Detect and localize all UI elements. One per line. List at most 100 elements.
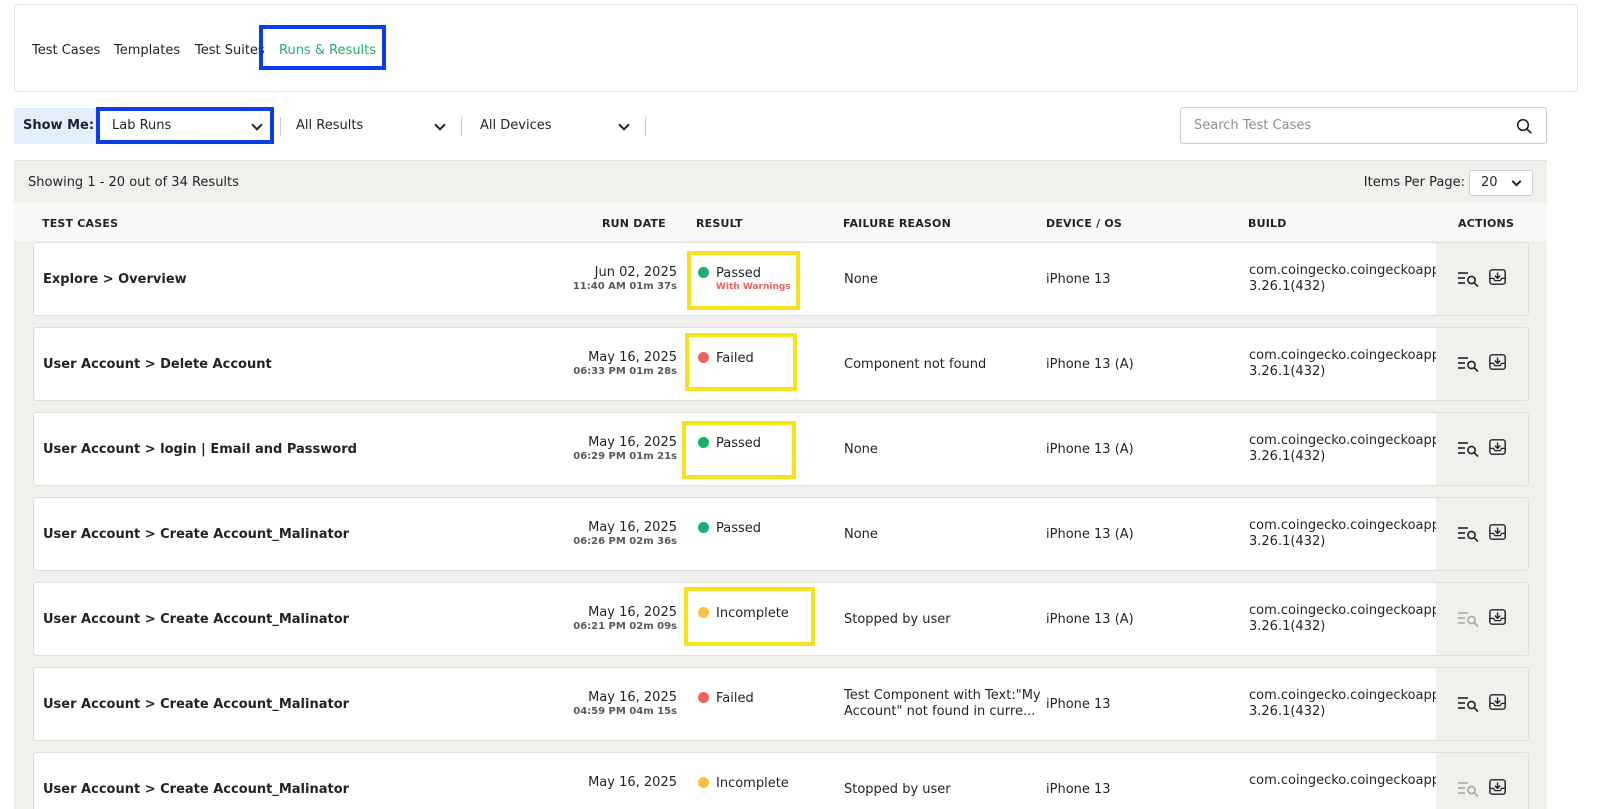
test-case-name[interactable]: User Account > Create Account_Malinator — [43, 782, 349, 797]
result-label: Incomplete — [716, 776, 789, 791]
results-filter-value: All Results — [296, 118, 364, 133]
build-version: 3.26.1(432) — [1249, 534, 1326, 549]
build-package: com.coingecko.coingeckoapp — [1249, 263, 1441, 278]
run-time-duration: 06:33 PM 01m 28s — [573, 366, 677, 377]
test-case-name[interactable]: User Account > Create Account_Malinator — [43, 612, 349, 627]
status-dot-icon — [698, 267, 709, 278]
table-row[interactable]: User Account > Delete Account May 16, 20… — [33, 327, 1529, 401]
result-cell: Passed — [698, 436, 761, 451]
result-label: Passed — [716, 266, 762, 281]
result-label: Failed — [716, 691, 754, 706]
table-row[interactable]: Explore > Overview Jun 02, 2025 11:40 AM… — [33, 242, 1529, 316]
status-dot-icon — [698, 352, 709, 363]
column-run-date: RUN DATE — [602, 217, 666, 230]
search-icon[interactable] — [1516, 118, 1532, 134]
result-cell: Failed — [698, 691, 754, 706]
status-dot-icon — [698, 692, 709, 703]
test-case-name[interactable]: User Account > login | Email and Passwor… — [43, 442, 357, 457]
table-row[interactable]: User Account > login | Email and Passwor… — [33, 412, 1529, 486]
run-date: May 16, 2025 06:26 PM 02m 36s — [573, 520, 677, 547]
failure-reason: None — [844, 442, 878, 457]
test-case-name[interactable]: User Account > Create Account_Malinator — [43, 697, 349, 712]
build-info: com.coingecko.coingeckoapp 3.26.1(432) — [1249, 688, 1440, 720]
run-time-duration: 06:29 PM 01m 21s — [573, 451, 677, 462]
device-os: iPhone 13 — [1046, 272, 1111, 287]
run-date: May 16, 2025 06:33 PM 01m 28s — [573, 350, 677, 377]
build-package: com.coingecko.coingeckoapp — [1249, 518, 1441, 533]
download-icon[interactable] — [1487, 778, 1509, 796]
download-icon[interactable] — [1487, 693, 1509, 711]
download-icon[interactable] — [1487, 523, 1509, 541]
results-filter-select[interactable]: All Results — [286, 108, 454, 144]
search-input[interactable] — [1181, 108, 1501, 143]
device-os: iPhone 13 — [1046, 782, 1111, 797]
test-case-name[interactable]: User Account > Create Account_Malinator — [43, 527, 349, 542]
column-actions: ACTIONS — [1458, 217, 1515, 230]
device-os: iPhone 13 — [1046, 697, 1111, 712]
row-actions — [1436, 328, 1528, 400]
table-row[interactable]: User Account > Create Account_Malinator … — [33, 752, 1529, 809]
download-icon[interactable] — [1487, 608, 1509, 626]
table-header: TEST CASES RUN DATE RESULT FAILURE REASO… — [14, 203, 1547, 241]
result-cell: Passed With Warnings — [698, 266, 791, 292]
row-actions — [1436, 668, 1528, 740]
download-icon[interactable] — [1487, 353, 1509, 371]
build-info: com.coingecko.coingeckoapp 3.26.1(432) — [1249, 433, 1440, 465]
status-dot-icon — [698, 607, 709, 618]
run-date-day: Jun 02, 2025 — [594, 265, 677, 280]
result-cell: Failed — [698, 351, 754, 366]
column-build: BUILD — [1248, 217, 1287, 230]
build-package: com.coingecko.coingeckoapp — [1249, 348, 1441, 363]
run-date: May 16, 2025 04:59 PM 04m 15s — [573, 690, 677, 717]
row-actions — [1436, 753, 1528, 809]
tab-templates[interactable]: Templates — [114, 43, 180, 58]
row-actions — [1436, 243, 1528, 315]
tab-runs-results[interactable]: Runs & Results — [277, 43, 378, 68]
run-time-duration: 11:40 AM 01m 37s — [572, 281, 677, 292]
table-row[interactable]: User Account > Create Account_Malinator … — [33, 582, 1529, 656]
device-os: iPhone 13 (A) — [1046, 612, 1134, 627]
build-package: com.coingecko.coingeckoapp — [1249, 603, 1441, 618]
view-details-icon[interactable] — [1457, 355, 1479, 373]
failure-reason: None — [844, 272, 878, 287]
table-row[interactable]: User Account > Create Account_Malinator … — [33, 667, 1529, 741]
chevron-down-icon — [1511, 176, 1522, 187]
chevron-down-icon — [434, 119, 446, 131]
result-cell: Passed — [698, 521, 761, 536]
column-test-cases: TEST CASES — [42, 217, 119, 230]
items-per-page-select[interactable]: 20 — [1469, 170, 1533, 196]
table-row[interactable]: User Account > Create Account_Malinator … — [33, 497, 1529, 571]
row-actions — [1436, 583, 1528, 655]
test-case-name[interactable]: User Account > Delete Account — [43, 357, 272, 372]
build-version: 3.26.1(432) — [1249, 364, 1326, 379]
run-date-day: May 16, 2025 — [588, 775, 677, 790]
chevron-down-icon — [618, 119, 630, 131]
tab-test-cases[interactable]: Test Cases — [32, 43, 100, 58]
view-details-icon[interactable] — [1457, 270, 1479, 288]
failure-reason: Stopped by user — [844, 612, 951, 627]
build-info: com.coingecko.coingeckoapp 3.26.1(432) — [1249, 518, 1440, 550]
device-os: iPhone 13 (A) — [1046, 357, 1134, 372]
build-version: 3.26.1(432) — [1249, 449, 1326, 464]
tab-bar: Test Cases Templates Test Suites Runs & … — [14, 4, 1578, 92]
run-type-select[interactable]: Lab Runs — [99, 108, 271, 144]
run-date: May 16, 2025 06:21 PM 02m 09s — [573, 605, 677, 632]
divider — [280, 117, 281, 136]
view-details-icon[interactable] — [1457, 695, 1479, 713]
download-icon[interactable] — [1487, 268, 1509, 286]
device-os: iPhone 13 (A) — [1046, 442, 1134, 457]
tab-test-suites[interactable]: Test Suites — [195, 43, 265, 58]
result-label: Failed — [716, 351, 754, 366]
row-actions — [1436, 413, 1528, 485]
search-box — [1180, 107, 1547, 144]
view-details-icon[interactable] — [1457, 610, 1479, 628]
devices-filter-select[interactable]: All Devices — [470, 108, 638, 144]
test-case-name[interactable]: Explore > Overview — [43, 272, 187, 287]
download-icon[interactable] — [1487, 438, 1509, 456]
status-dot-icon — [698, 777, 709, 788]
run-date-day: May 16, 2025 — [588, 690, 677, 705]
view-details-icon[interactable] — [1457, 440, 1479, 458]
view-details-icon[interactable] — [1457, 780, 1479, 798]
result-cell: Incomplete — [698, 776, 789, 791]
view-details-icon[interactable] — [1457, 525, 1479, 543]
